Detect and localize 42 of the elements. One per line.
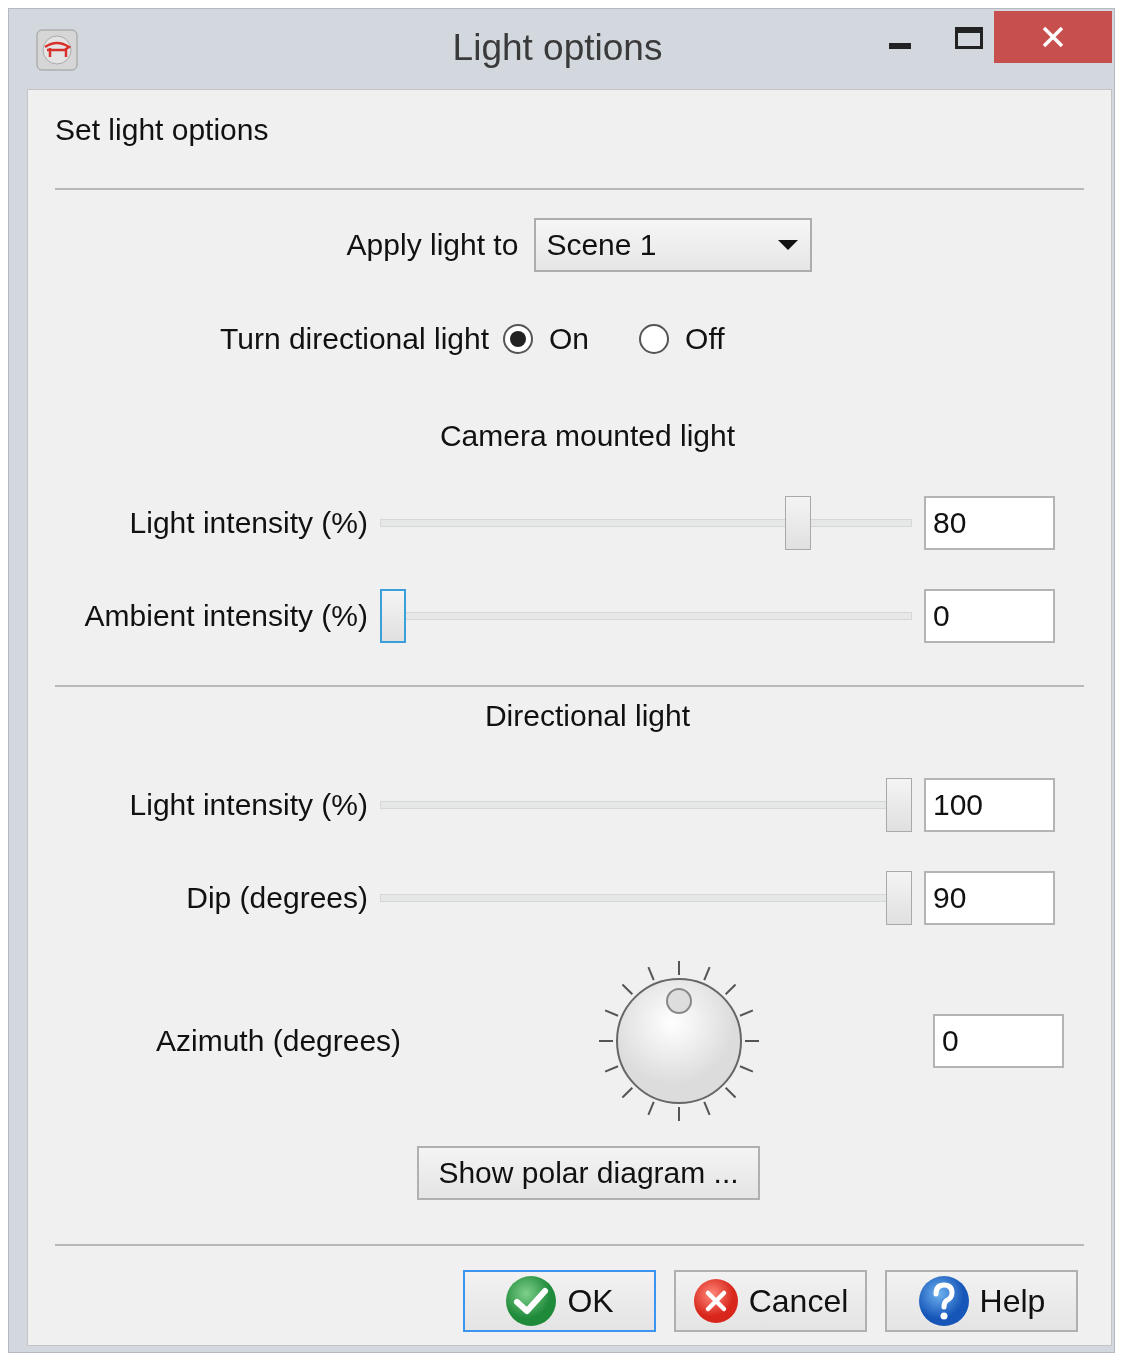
value-field[interactable]: 80 bbox=[924, 495, 1055, 550]
caret-icon bbox=[778, 240, 799, 250]
slider[interactable] bbox=[380, 777, 912, 832]
polar-diagram-button[interactable]: Show polar diagram ... bbox=[417, 1146, 760, 1200]
section-title: Directional light bbox=[484, 699, 691, 733]
slider-thumb[interactable] bbox=[380, 588, 406, 643]
cancel-button[interactable]: Cancel bbox=[674, 1270, 867, 1332]
value-field[interactable]: 0 bbox=[933, 1014, 1064, 1068]
maximize-icon[interactable] bbox=[955, 27, 983, 49]
slider[interactable] bbox=[380, 588, 912, 643]
app-icon bbox=[36, 29, 78, 71]
radio-option[interactable]: On bbox=[503, 322, 590, 356]
close-button[interactable] bbox=[994, 11, 1112, 63]
field-label: Apply light to bbox=[346, 228, 519, 262]
ok-button[interactable]: OK bbox=[463, 1270, 656, 1332]
help-button[interactable]: Help bbox=[885, 1270, 1078, 1332]
radio-option[interactable]: Off bbox=[639, 322, 725, 356]
slider[interactable] bbox=[380, 870, 912, 925]
slider[interactable] bbox=[380, 495, 912, 550]
slider-thumb[interactable] bbox=[784, 495, 811, 550]
slider-label: Dip (degrees) bbox=[185, 880, 368, 915]
help-icon bbox=[917, 1275, 970, 1327]
panel-heading: Set light options bbox=[55, 113, 269, 147]
field-label: Turn directional light bbox=[220, 322, 490, 356]
radio-button[interactable] bbox=[503, 324, 534, 354]
checkmark-icon bbox=[505, 1275, 558, 1327]
knob-dial[interactable] bbox=[599, 961, 759, 1121]
slider-thumb[interactable] bbox=[886, 777, 912, 832]
slider-label: Light intensity (%) bbox=[128, 787, 368, 822]
slider-label: Light intensity (%) bbox=[128, 505, 368, 540]
radio-button[interactable] bbox=[639, 324, 670, 354]
cancel-icon bbox=[692, 1278, 739, 1324]
value-field[interactable]: 100 bbox=[924, 777, 1055, 832]
field-label: Azimuth (degrees) bbox=[156, 1024, 403, 1058]
slider-thumb[interactable] bbox=[886, 870, 912, 925]
window-title: Light options bbox=[452, 27, 663, 69]
close-icon bbox=[1042, 26, 1064, 48]
section-title: Camera mounted light bbox=[439, 419, 736, 453]
value-field[interactable]: 90 bbox=[924, 870, 1055, 925]
value-field[interactable]: 0 bbox=[924, 588, 1055, 643]
scene-dropdown[interactable]: Scene 1 bbox=[534, 218, 813, 272]
slider-label: Ambient intensity (%) bbox=[83, 598, 368, 633]
